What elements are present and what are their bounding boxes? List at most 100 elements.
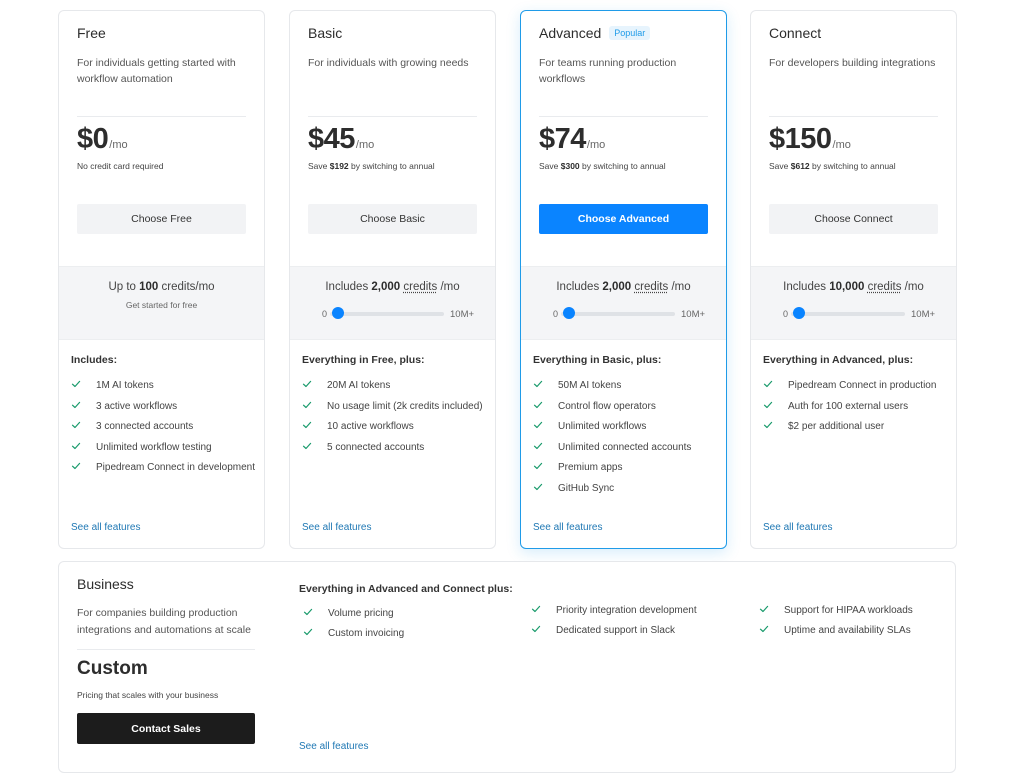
slider-min-label: 0: [553, 309, 559, 319]
slider-track[interactable]: [791, 312, 905, 316]
slider-max-label: 10M+: [911, 309, 936, 320]
feature-list: Volume pricing Custom invoicing: [303, 606, 513, 646]
credits-line: Includes 2,000 credits /mo: [325, 281, 460, 293]
plan-name: Free: [77, 25, 106, 41]
annual-savings: $192: [329, 161, 349, 171]
feature-text: Unlimited connected accounts: [558, 441, 692, 453]
slider-max-label: 10M+: [681, 309, 706, 320]
plan-name: Basic: [308, 25, 343, 41]
includes-title: Everything in Advanced, plus:: [763, 354, 914, 366]
check-icon: [71, 400, 84, 416]
feature-text: 3 connected accounts: [96, 421, 194, 432]
check-icon: [302, 441, 315, 457]
choose-advanced-button[interactable]: Choose Advanced: [539, 204, 708, 234]
feature-text: 10 active workflows: [327, 421, 414, 432]
divider: [77, 116, 246, 117]
see-all-features-link[interactable]: See all features: [302, 522, 372, 533]
check-icon: [71, 461, 84, 477]
feature-item: 1M AI tokens: [71, 378, 256, 395]
feature-item: 10 active workflows: [302, 419, 487, 436]
feature-item: Unlimited workflow testing: [71, 440, 256, 457]
plan-card-basic: Basic For individuals with growing needs…: [289, 10, 496, 549]
feature-item: 3 connected accounts: [71, 419, 256, 436]
see-all-features-link[interactable]: See all features: [533, 522, 603, 533]
feature-text: Auth for 100 external users: [788, 400, 909, 412]
check-icon: [302, 420, 315, 436]
see-all-features-link[interactable]: See all features: [763, 522, 833, 533]
credits-slider[interactable]: [561, 307, 675, 321]
credits-amount: 10,000: [829, 281, 865, 293]
feature-item: Support for HIPAA workloads: [759, 603, 949, 620]
credits-slider[interactable]: [791, 307, 905, 321]
credits-line: Includes 10,000 credits /mo: [783, 281, 924, 293]
check-icon: [302, 379, 315, 395]
feature-item: Volume pricing: [303, 606, 513, 623]
price-note: Save $300 by switching to annual: [539, 161, 666, 171]
feature-item: Uptime and availability SLAs: [759, 623, 949, 640]
feature-text: Premium apps: [558, 462, 623, 473]
feature-text: Pipedream Connect in production: [788, 380, 937, 391]
slider-max-label: 10M+: [450, 309, 475, 320]
feature-text: 50M AI tokens: [558, 380, 622, 391]
plan-card-free: Free For individuals getting started wit…: [58, 10, 265, 549]
plan-price: $150 /mo: [769, 123, 851, 156]
price-note: No credit card required: [77, 161, 164, 171]
credits-amount: 100: [139, 281, 159, 293]
contact-sales-button[interactable]: Contact Sales: [77, 713, 255, 744]
price-unit: /mo: [586, 139, 606, 151]
slider-track[interactable]: [561, 312, 675, 316]
check-icon: [533, 441, 546, 457]
feature-text: $2 per additional user: [788, 421, 885, 432]
check-icon: [533, 400, 546, 416]
see-all-features-link[interactable]: See all features: [299, 741, 369, 752]
see-all-features-link[interactable]: See all features: [71, 522, 141, 533]
check-icon: [763, 379, 776, 395]
slider-thumb[interactable]: [563, 307, 576, 319]
slider-track[interactable]: [330, 312, 444, 316]
check-icon: [533, 461, 546, 477]
price-amount: $150: [769, 123, 832, 155]
credits-line: Includes 2,000 credits /mo: [556, 281, 691, 293]
credits-slider[interactable]: [330, 307, 444, 321]
includes-title: Everything in Advanced and Connect plus:: [299, 583, 513, 595]
feature-list: Priority integration development Dedicate…: [531, 603, 741, 643]
feature-text: Control flow operators: [558, 400, 656, 412]
feature-item: Custom invoicing: [303, 626, 513, 643]
price-unit: /mo: [832, 139, 851, 151]
feature-text: No usage limit (2k credits included): [327, 400, 483, 412]
feature-item: Unlimited workflows: [533, 419, 718, 436]
slider-min-label: 0: [783, 309, 789, 319]
feature-item: $2 per additional user: [763, 419, 948, 436]
slider-thumb[interactable]: [332, 307, 345, 319]
price-amount: $0: [77, 123, 109, 155]
check-icon: [303, 627, 316, 643]
plan-price: $45 /mo: [308, 123, 374, 156]
feature-text: Dedicated support in Slack: [556, 625, 675, 636]
credits-word: credits: [634, 281, 669, 293]
choose-basic-button[interactable]: Choose Basic: [308, 204, 477, 234]
slider-min-label: 0: [322, 309, 328, 319]
includes-title: Everything in Basic, plus:: [533, 354, 662, 366]
feature-item: Pipedream Connect in development: [71, 460, 256, 477]
price-unit: /mo: [109, 139, 128, 151]
choose-free-button[interactable]: Choose Free: [77, 204, 246, 234]
credits-word: credits: [867, 281, 902, 293]
feature-text: 1M AI tokens: [96, 380, 154, 391]
price-amount: Custom: [77, 658, 148, 679]
check-icon: [303, 607, 316, 623]
slider-thumb[interactable]: [793, 307, 806, 319]
credits-panel: Up to 100 credits/mo Get started for fre…: [59, 266, 264, 340]
check-icon: [759, 604, 772, 620]
plan-description: For developers building integrations: [769, 57, 936, 69]
feature-list: Pipedream Connect in production Auth for …: [763, 378, 948, 440]
feature-text: GitHub Sync: [558, 482, 615, 494]
plan-description: For teams running production workflows: [539, 57, 677, 85]
price-note: Save $192 by switching to annual: [308, 161, 435, 171]
credits-panel: Includes 10,000 credits /mo 0 10M+: [751, 266, 956, 340]
check-icon: [302, 400, 315, 416]
check-icon: [533, 420, 546, 436]
plan-description: For individuals getting started with wor…: [77, 57, 236, 85]
choose-connect-button[interactable]: Choose Connect: [769, 204, 938, 234]
feature-item: Pipedream Connect in production: [763, 378, 948, 395]
feature-item: 3 active workflows: [71, 399, 256, 416]
